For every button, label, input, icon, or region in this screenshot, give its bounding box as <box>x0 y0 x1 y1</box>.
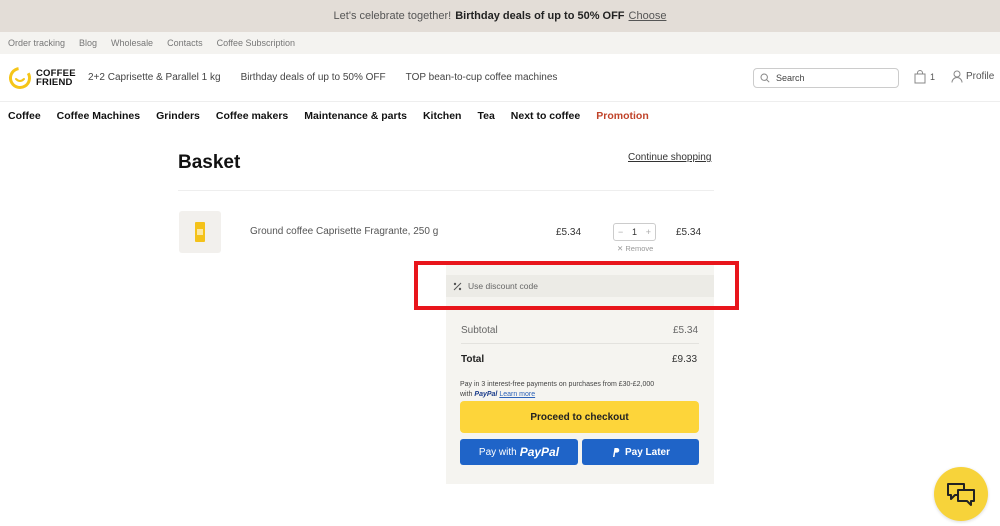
paypal-installments-note: Pay in 3 interest-free payments on purch… <box>460 380 680 400</box>
quantity-decrease-button[interactable]: − <box>618 227 623 237</box>
logo-smile-icon <box>8 67 31 89</box>
search-box[interactable] <box>753 68 899 88</box>
utility-bar: Order tracking Blog Wholesale Contacts C… <box>0 32 1000 54</box>
promo-choose-link[interactable]: Choose <box>629 10 667 22</box>
header-basket[interactable]: 1 <box>914 70 935 84</box>
discount-code-toggle[interactable]: Use discount code <box>446 275 714 297</box>
nav-maintenance-parts[interactable]: Maintenance & parts <box>304 110 407 122</box>
nav-promotion[interactable]: Promotion <box>596 110 649 122</box>
paypal-note-text: Pay in 3 interest-free payments on purch… <box>460 381 655 388</box>
total-value: £9.33 <box>672 354 698 365</box>
subtotal-value: £5.34 <box>673 325 699 336</box>
header-link-top-machines[interactable]: TOP bean-to-cup coffee machines <box>406 72 558 83</box>
site-header: COFFEE FRIEND 2+2 Caprisette & Parallel … <box>0 54 1000 102</box>
promo-bar: Let's celebrate together! Birthday deals… <box>0 0 1000 32</box>
nav-next-to-coffee[interactable]: Next to coffee <box>511 110 580 122</box>
nav-coffee-makers[interactable]: Coffee makers <box>216 110 288 122</box>
header-profile[interactable]: Profile <box>951 70 994 83</box>
promo-lead: Let's celebrate together! <box>333 10 452 22</box>
header-link-birthday-deals[interactable]: Birthday deals of up to 50% OFF <box>241 72 386 83</box>
paypal-button-prefix: Pay with <box>478 446 517 458</box>
util-link-blog[interactable]: Blog <box>79 38 97 48</box>
logo-text: COFFEE FRIEND <box>36 69 76 88</box>
util-link-contacts[interactable]: Contacts <box>167 38 203 48</box>
paypal-p-icon <box>612 447 620 457</box>
product-name[interactable]: Ground coffee Caprisette Fragrante, 250 … <box>250 226 438 237</box>
util-link-coffee-subscription[interactable]: Coffee Subscription <box>217 38 295 48</box>
search-icon <box>760 73 770 83</box>
subtotal-label: Subtotal <box>461 325 498 336</box>
nav-tea[interactable]: Tea <box>477 110 494 122</box>
logo-line-2: FRIEND <box>36 77 73 88</box>
coffee-bag-image <box>195 222 205 242</box>
line-total: £5.34 <box>676 227 702 238</box>
search-input[interactable] <box>776 73 886 83</box>
chat-bubbles-icon <box>947 483 975 506</box>
divider <box>178 190 714 191</box>
page-title: Basket <box>178 152 241 173</box>
quantity-value[interactable]: 1 <box>632 227 637 237</box>
nav-coffee-machines[interactable]: Coffee Machines <box>57 110 140 122</box>
header-link-caprisette[interactable]: 2+2 Caprisette & Parallel 1 kg <box>88 72 221 83</box>
pay-later-button[interactable]: Pay Later <box>582 439 699 465</box>
quantity-increase-button[interactable]: + <box>646 227 651 237</box>
quantity-stepper: − 1 + <box>613 223 656 241</box>
summary-divider <box>461 343 699 344</box>
pay-later-label: Pay Later <box>624 446 671 458</box>
paypal-note-logo: PayPal <box>474 391 498 398</box>
paypal-note-with: with <box>460 391 473 398</box>
learn-more-link[interactable]: Learn more <box>499 391 535 398</box>
nav-kitchen[interactable]: Kitchen <box>423 110 462 122</box>
promo-deal: Birthday deals of up to 50% OFF <box>455 10 625 22</box>
nav-grinders[interactable]: Grinders <box>156 110 200 122</box>
main-nav: Coffee Coffee Machines Grinders Coffee m… <box>8 110 649 122</box>
paypal-button-logo: PayPal <box>519 445 560 459</box>
header-links: 2+2 Caprisette & Parallel 1 kg Birthday … <box>88 72 557 83</box>
discount-code-label: Use discount code <box>468 281 538 291</box>
nav-coffee[interactable]: Coffee <box>8 110 41 122</box>
product-price: £5.34 <box>556 227 582 238</box>
total-label: Total <box>461 354 485 365</box>
continue-shopping-link[interactable]: Continue shopping <box>628 152 711 163</box>
util-link-wholesale[interactable]: Wholesale <box>111 38 153 48</box>
product-image[interactable] <box>179 211 221 253</box>
pay-with-paypal-button[interactable]: Pay with PayPal <box>460 439 578 465</box>
remove-item-button[interactable]: ✕ Remove <box>617 244 653 253</box>
logo[interactable]: COFFEE FRIEND <box>8 66 76 90</box>
profile-label: Profile <box>966 71 995 82</box>
basket-count: 1 <box>930 72 936 82</box>
util-link-order-tracking[interactable]: Order tracking <box>8 38 65 48</box>
user-icon <box>951 70 963 83</box>
proceed-to-checkout-button[interactable]: Proceed to checkout <box>460 401 699 433</box>
chat-button[interactable] <box>934 467 988 521</box>
percent-icon <box>453 282 462 290</box>
shopping-bag-icon <box>914 70 926 84</box>
